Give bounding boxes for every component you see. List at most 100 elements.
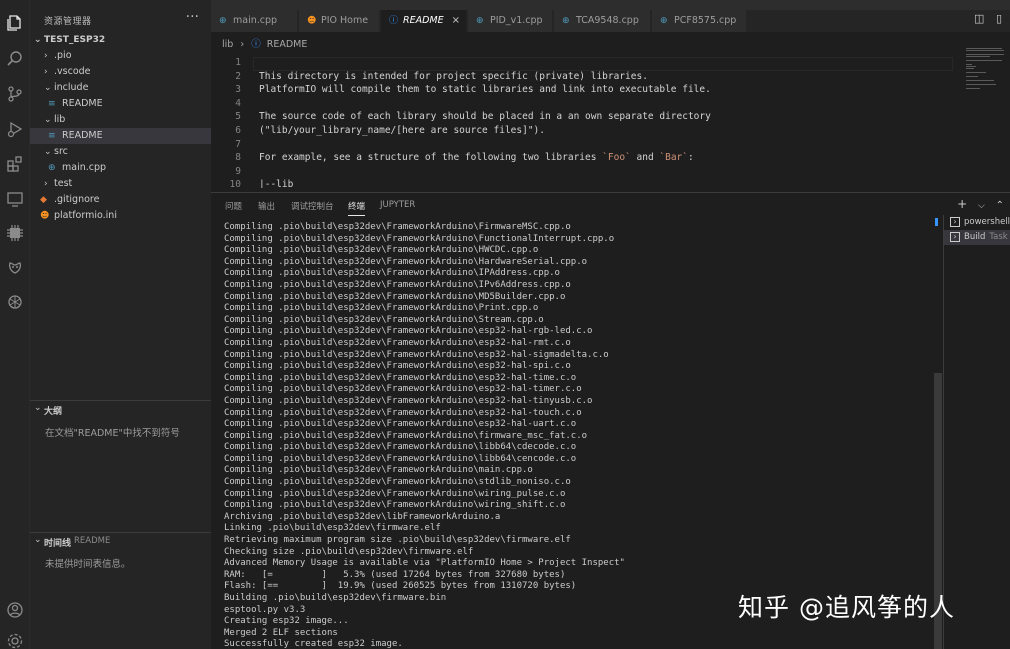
tree-item[interactable]: › test — [30, 176, 211, 192]
outline-section[interactable]: ⌄ 大纲 — [30, 400, 211, 418]
code-text: This directory is intended for project s… — [259, 70, 648, 82]
terminal-label: powershell — [964, 217, 1010, 227]
watermark: 知乎 @追风筝的人 — [738, 593, 955, 622]
explorer-sidebar: 资源管理器 ··· ⌄ TEST_ESP32 › .pio › .vscode ⌄ inc… — [30, 0, 211, 649]
run-debug-icon[interactable] — [4, 118, 26, 140]
timeline-message: 未提供时间表信息。 — [45, 559, 131, 570]
split-editor-icon[interactable]: ◫ — [974, 12, 984, 25]
tree-item[interactable]: ≡ README — [30, 128, 211, 144]
cpp-file-icon: ⊕ — [219, 16, 227, 26]
bottom-panel: 问题 输出 调试控制台 终端 JUPYTER + ⌵ ⌃ Compiling .pio\… — [211, 192, 1010, 649]
editor-tab[interactable]: ⊕ PCF8575.cpp — [652, 10, 747, 32]
tree-item[interactable]: › .pio — [30, 48, 211, 64]
terminal-marker — [935, 218, 938, 226]
chevron-right-icon: › — [44, 67, 48, 77]
outline-title: 大纲 — [44, 407, 63, 417]
tab-label: TCA9548.cpp — [576, 15, 639, 26]
tree-item[interactable]: › .vscode — [30, 64, 211, 80]
account-icon[interactable] — [4, 599, 26, 621]
terminal-line: Compiling .pio\build\esp32dev\FrameworkA… — [224, 407, 582, 418]
chevron-down-icon: ⌄ — [34, 535, 42, 545]
tree-item[interactable]: ☻ platformio.ini — [30, 208, 211, 224]
more-actions-icon[interactable]: ▯ — [996, 12, 1002, 25]
minimap[interactable] — [962, 48, 1006, 98]
tree-item[interactable]: ⌄ include — [30, 80, 211, 96]
code-text: For example, see a structure of the foll… — [259, 152, 694, 164]
panel-actions: + ⌵ ⌃ — [950, 197, 1004, 211]
terminal-line: Compiling .pio\build\esp32dev\FrameworkA… — [224, 442, 577, 453]
tree-item[interactable]: ≡ README — [30, 96, 211, 112]
terminal-line: Compiling .pio\build\esp32dev\FrameworkA… — [224, 384, 582, 395]
openai-icon[interactable] — [4, 291, 26, 313]
terminal-line: Compiling .pio\build\esp32dev\FrameworkA… — [224, 279, 571, 290]
terminal-line: Compiling .pio\build\esp32dev\FrameworkA… — [224, 326, 593, 337]
close-icon[interactable]: × — [452, 10, 460, 32]
chevron-down-icon: ⌄ — [44, 83, 52, 93]
platformio-icon[interactable] — [4, 257, 26, 279]
tab-label: main.cpp — [233, 15, 278, 26]
editor-tab[interactable]: ⓘ README × — [381, 10, 467, 32]
terminal-dropdown-icon[interactable]: ⌵ — [978, 201, 985, 211]
terminal-line: Compiling .pio\build\esp32dev\FrameworkA… — [224, 256, 588, 267]
terminal-line: Compiling .pio\build\esp32dev\FrameworkA… — [224, 477, 571, 488]
panel-tab[interactable]: 终端 — [348, 200, 366, 216]
terminal-line: Compiling .pio\build\esp32dev\FrameworkA… — [224, 430, 588, 441]
remote-explorer-icon[interactable] — [4, 188, 26, 210]
chevron-down-icon: ⌄ — [44, 147, 52, 157]
tree-item[interactable]: ⌄ lib — [30, 112, 211, 128]
settings-gear-icon[interactable] — [4, 630, 26, 649]
tree-item-label: platformio.ini — [54, 210, 117, 221]
panel-tab[interactable]: 问题 — [225, 200, 242, 212]
timeline-section[interactable]: ⌄ 时间线 README — [30, 532, 211, 550]
tree-item-label: lib — [54, 114, 66, 125]
editor-area[interactable]: 1 2 This directory is intended for project… — [211, 48, 960, 188]
editor-tab[interactable]: ☻ PIO Home — [299, 10, 380, 32]
terminal-instance[interactable]: › Build Task — [944, 230, 1010, 245]
tree-item-label: .pio — [54, 50, 72, 61]
tree-item-label: .vscode — [54, 66, 91, 77]
explorer-icon[interactable] — [4, 12, 26, 34]
tree-item[interactable]: ◆ .gitignore — [30, 192, 211, 208]
source-control-icon[interactable] — [4, 83, 26, 105]
chip-icon[interactable] — [4, 222, 26, 244]
terminal-line: Advanced Memory Usage is available via "… — [224, 558, 625, 569]
tree-item-label: .gitignore — [54, 194, 100, 205]
code-text: The source code of each library should b… — [259, 111, 711, 123]
line-number: 4 — [235, 97, 241, 109]
editor-tab[interactable]: ⊕ TCA9548.cpp — [554, 10, 651, 32]
extensions-icon[interactable] — [4, 153, 26, 175]
readme-icon: ≡ — [48, 131, 56, 141]
terminal-line: Compiling .pio\build\esp32dev\FrameworkA… — [224, 488, 566, 499]
chevron-right-icon: › — [44, 51, 48, 61]
terminal-line: Linking .pio\build\esp32dev\firmware.elf — [224, 523, 441, 534]
panel-tab[interactable]: JUPYTER — [380, 200, 415, 210]
terminal-icon: › — [950, 232, 960, 242]
project-root[interactable]: ⌄ TEST_ESP32 — [30, 32, 211, 48]
activity-bar — [0, 0, 30, 649]
terminal-output[interactable]: Compiling .pio\build\esp32dev\FrameworkA… — [224, 222, 924, 649]
editor-tab[interactable]: ⊕ main.cpp — [211, 10, 298, 32]
readme-icon: ≡ — [48, 99, 56, 109]
line-number: 2 — [235, 70, 241, 82]
new-terminal-button[interactable]: + — [957, 197, 967, 211]
terminal-line: Compiling .pio\build\esp32dev\FrameworkA… — [224, 419, 577, 430]
tree-item[interactable]: ⊕ main.cpp — [30, 160, 211, 176]
maximize-panel-icon[interactable]: ⌃ — [996, 200, 1004, 211]
editor-tab[interactable]: ⊕ PID_v1.cpp — [468, 10, 553, 32]
tree-item-label: main.cpp — [62, 162, 107, 173]
tree-item[interactable]: ⌄ src — [30, 144, 211, 160]
outline-message: 在文档"README"中找不到符号 — [45, 428, 180, 439]
timeline-title: 时间线 — [44, 539, 72, 549]
line-number: 9 — [235, 165, 241, 177]
search-icon[interactable] — [4, 48, 26, 70]
terminal-line: Archiving .pio\build\esp32dev\libFramewo… — [224, 511, 501, 522]
line-number: 7 — [235, 138, 241, 150]
panel-tab[interactable]: 调试控制台 — [291, 200, 334, 212]
terminal-instance[interactable]: › powershell — [935, 215, 1010, 230]
explorer-more-button[interactable]: ··· — [186, 9, 199, 25]
terminal-line: Compiling .pio\build\esp32dev\FrameworkA… — [224, 361, 571, 372]
panel-tab[interactable]: 输出 — [258, 200, 275, 212]
terminal-line: RAM: [= ] 5.3% (used 17264 bytes from 32… — [224, 569, 566, 580]
timeline-subtitle: README — [74, 536, 111, 546]
tab-label: PCF8575.cpp — [674, 15, 737, 26]
